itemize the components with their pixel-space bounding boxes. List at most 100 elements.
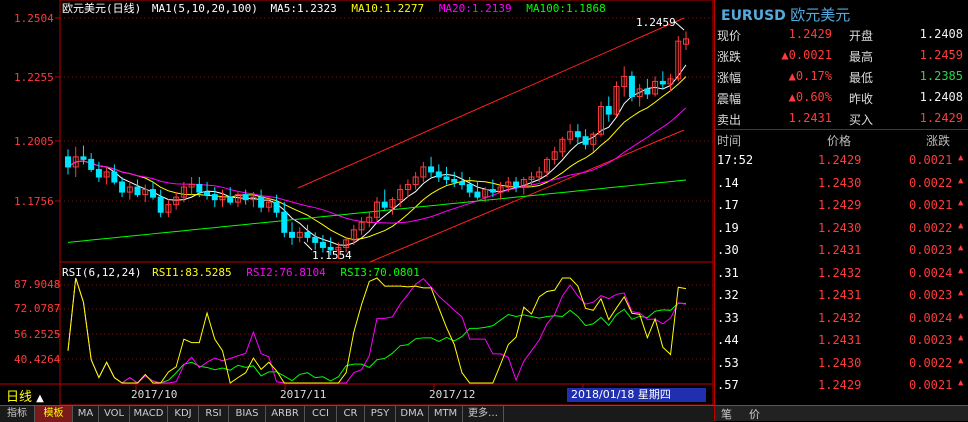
tick-price: 1.2430 [818,355,862,370]
quote-value: 1.2408 [919,90,963,104]
indicator-tab[interactable]: 指标 [0,406,35,422]
tick-change: 0.0021 [909,153,953,167]
tick-change: 0.0021 [909,198,953,212]
tick-change: 0.0023 [909,333,953,347]
tick-row[interactable]: 17:52 1.2429 0.0021 ▲ [715,150,968,172]
indicator-tab[interactable]: PSY [365,406,396,422]
candle-body [204,191,211,196]
tick-time: .17 [717,198,739,212]
quote-row: 震幅 ▲0.60% 昨收 1.2408 [715,87,968,108]
quote-label: 卖出 [717,113,742,127]
quote-row: 涨幅 ▲0.17% 最低 1.2385 [715,66,968,87]
rsi-tick: 72.0787 [14,302,61,315]
tick-price: 1.2432 [818,310,862,325]
tick-price: 1.2430 [818,220,862,235]
candle-body [312,236,319,243]
tick-time: .19 [717,220,739,235]
chart-title: 欧元美元(日线) [62,2,142,15]
quote-symbol: EURUSD [721,8,786,24]
indicator-tab[interactable]: MA [73,406,99,422]
candle-body [513,181,520,188]
candle-body [80,156,87,160]
tick-row[interactable]: .31 1.2432 0.0024 ▲ [715,263,968,285]
tick-time: .44 [717,333,739,347]
x-tick: 2017/12 [429,388,476,401]
tick-price: 1.2431 [818,243,862,257]
tick-price: 1.2432 [818,265,862,280]
indicator-tab[interactable]: BIAS [229,406,266,422]
indicator-tab[interactable]: 更多… [463,406,504,422]
indicator-tab[interactable]: CR [337,406,365,422]
quote-name: 欧元美元 [790,6,851,24]
candle-body [428,166,435,173]
rsi3-value: RSI3:70.0801 [340,266,420,279]
candle-body [95,168,102,178]
quote-label: 震幅 [717,92,742,106]
tick-change: 0.0023 [909,288,953,302]
period-arrow-icon: ▲ [36,393,44,404]
tab-ticks[interactable]: 笔 [721,406,732,422]
tick-row[interactable]: .33 1.2432 0.0024 ▲ [715,308,968,330]
quote-value: 1.2408 [919,27,963,41]
quote-label: 最低 [849,71,874,85]
tick-row[interactable]: .17 1.2429 0.0021 ▲ [715,195,968,217]
tab-price[interactable]: 价 [749,406,760,422]
quote-label: 现价 [717,29,742,43]
indicator-tab[interactable]: VOL [99,406,130,422]
candle-body [157,196,164,213]
ma10-value: MA10:1.2277 [351,2,425,15]
candle-body [134,186,141,196]
indicator-tab[interactable]: CCI [305,406,337,422]
rsi-tick: 87.9048 [14,278,61,291]
candle-body [659,80,666,85]
tick-row[interactable]: .57 1.2429 0.0021 ▲ [715,375,968,397]
ma100-value: MA100:1.1868 [526,2,606,15]
period-selector[interactable]: 日线 ▲ [6,386,44,405]
tick-change: 0.0022 [909,355,953,370]
indicator-tab[interactable]: RSI [199,406,229,422]
kline-chart[interactable] [0,0,714,405]
tick-row[interactable]: .53 1.2430 0.0022 ▲ [715,353,968,375]
tick-row[interactable]: .30 1.2431 0.0023 ▲ [715,240,968,262]
tick-row[interactable]: .44 1.2431 0.0023 ▲ [715,330,968,352]
indicator-tab-bar: 指标 模板 MA VOL MACD KDJ RSI BIAS ARBR CCI CR PSY DMA MT… [0,405,714,422]
ma-params: MA1(5,10,20,100) [151,2,258,15]
tick-header: 时间 价格 涨跌 [715,129,968,150]
tick-header-change: 涨跌 [926,134,951,148]
up-arrow-icon: ▲ [958,310,964,321]
low-annotation: 1.1554 [312,249,352,262]
price-tick: 1.1756 [14,195,54,208]
tick-price: 1.2430 [818,175,862,190]
candle-body [289,231,296,238]
candle-body [466,184,473,193]
up-arrow-icon: ▲ [958,265,964,276]
tick-row[interactable]: .32 1.2431 0.0023 ▲ [715,285,968,307]
tick-time: .53 [717,355,739,370]
indicator-tab[interactable]: DMA [396,406,429,422]
tick-change: 0.0021 [909,378,953,392]
tick-price: 1.2431 [818,288,862,302]
indicator-tab[interactable]: 模板 [35,406,73,422]
quote-value: 1.2459 [919,48,963,62]
indicator-tab[interactable]: MTM [429,406,463,422]
indicator-tab[interactable]: MACD [130,406,168,422]
rsi-tick: 40.4264 [14,353,61,366]
quote-value: 1.2385 [919,69,963,83]
rsi1-value: RSI1:83.5285 [152,266,232,279]
candle-body [258,196,265,208]
ma5-value: MA5:1.2323 [270,2,337,15]
candle-body [458,181,465,186]
quote-label: 涨幅 [717,71,742,85]
tick-time: .14 [717,175,739,190]
indicator-tab[interactable]: ARBR [266,406,305,422]
quote-title: EURUSD 欧元美元 [721,4,850,25]
tick-row[interactable]: .19 1.2430 0.0022 ▲ [715,218,968,240]
rsi-params: RSI(6,12,24) [62,266,142,279]
tick-row[interactable]: .14 1.2430 0.0022 ▲ [715,173,968,195]
up-arrow-icon: ▲ [958,153,964,163]
quote-panel: EURUSD 欧元美元 现价 1.2429 开盘 1.2408 涨跌 ▲0.0021 最高 1… [714,0,968,421]
x-tick: 2017/10 [131,388,178,401]
indicator-tab[interactable]: KDJ [168,406,199,422]
up-arrow-icon: ▲ [958,333,964,343]
x-tick: 2017/11 [280,388,327,401]
